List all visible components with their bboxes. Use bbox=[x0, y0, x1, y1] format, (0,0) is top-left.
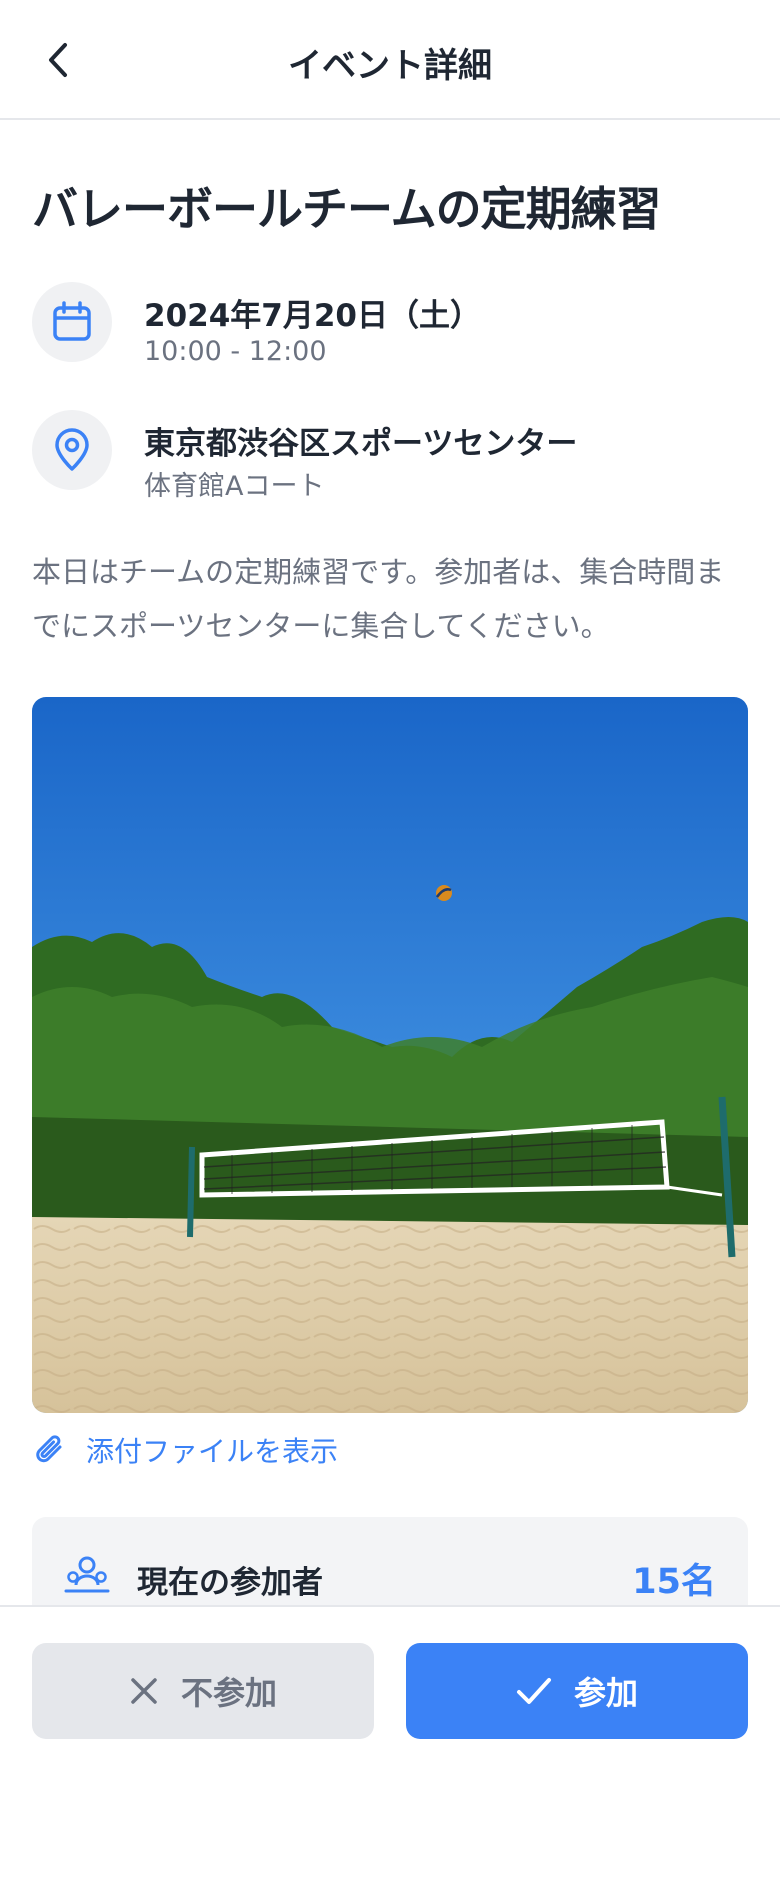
close-icon bbox=[131, 1678, 157, 1704]
calendar-icon-badge bbox=[32, 282, 112, 362]
join-label: 参加 bbox=[573, 1674, 638, 1712]
decline-button[interactable]: 不参加 bbox=[32, 1643, 374, 1739]
app-header: イベント詳細 bbox=[0, 0, 780, 120]
participants-card[interactable]: 現在の参加者 15名 bbox=[32, 1517, 748, 1605]
paperclip-icon bbox=[36, 1435, 62, 1463]
map-pin-icon bbox=[55, 428, 89, 471]
event-location-row: 東京都渋谷区スポーツセンター 体育館Aコート bbox=[32, 410, 732, 502]
event-date-row: 2024年7月20日（土） 10:00 - 12:00 bbox=[32, 282, 732, 372]
action-bar: 不参加 参加 bbox=[0, 1605, 780, 1894]
page-title: イベント詳細 bbox=[288, 46, 492, 86]
calendar-icon bbox=[53, 301, 91, 341]
event-date: 2024年7月20日（土） bbox=[144, 298, 481, 334]
event-title: バレーボールチームの定期練習 bbox=[32, 182, 662, 236]
event-photo bbox=[32, 697, 748, 1413]
participants-label: 現在の参加者 bbox=[137, 1565, 323, 1601]
event-time: 10:00 - 12:00 bbox=[144, 336, 327, 367]
view-attachment-link[interactable]: 添付ファイルを表示 bbox=[32, 1428, 338, 1472]
beach-volleyball-court-photo bbox=[32, 697, 748, 1413]
location-icon-badge bbox=[32, 410, 112, 490]
check-icon bbox=[516, 1678, 551, 1704]
location-detail: 体育館Aコート bbox=[144, 471, 325, 502]
join-button[interactable]: 参加 bbox=[406, 1643, 748, 1739]
location-name: 東京都渋谷区スポーツセンター bbox=[144, 426, 578, 462]
decline-label: 不参加 bbox=[180, 1674, 277, 1712]
event-description: 本日はチームの定期練習です。参加者は、集合時間までにスポーツセンターに集合してく… bbox=[32, 555, 725, 643]
participants-count: 15名 bbox=[632, 1562, 716, 1602]
attachment-label: 添付ファイルを表示 bbox=[86, 1435, 339, 1468]
group-icon bbox=[64, 1556, 110, 1593]
